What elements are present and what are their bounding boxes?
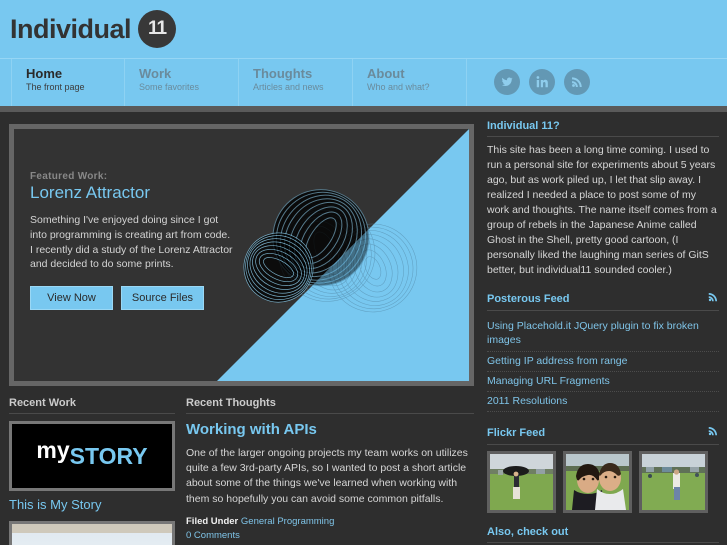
source-files-button[interactable]: Source Files (121, 286, 204, 311)
linkedin-icon[interactable] (529, 69, 555, 95)
nav-item-thoughts-subtitle: Articles and news (253, 82, 324, 93)
posterous-heading-text: Posterous Feed (487, 292, 570, 305)
list-item[interactable]: 2011 Resolutions (487, 392, 719, 413)
about-block: Individual 11? This site has been a long… (487, 120, 719, 278)
post-filed-under: Filed Under General Programming (186, 516, 474, 527)
main-navigation: Home The front page Work Some favorites … (0, 58, 727, 106)
nav-item-work[interactable]: Work Some favorites (125, 59, 239, 106)
logo-badge: 11 (138, 10, 177, 48)
nav-item-about[interactable]: About Who and what? (353, 59, 467, 106)
posterous-feed-list: Using Placehold.it JQuery plugin to fix … (487, 317, 719, 413)
social-links (494, 69, 590, 95)
lorenz-attractor-image (217, 129, 469, 381)
recent-thoughts-heading: Recent Thoughts (186, 397, 474, 414)
right-sidebar: Individual 11? This site has been a long… (487, 120, 719, 545)
post-category[interactable]: General Programming (241, 516, 334, 527)
page-body: Featured Work: Lorenz Attractor Somethin… (0, 112, 727, 545)
nav-item-thoughts-title: Thoughts (253, 66, 313, 81)
nav-item-work-subtitle: Some favorites (139, 82, 200, 93)
list-item[interactable]: Managing URL Fragments (487, 372, 719, 393)
post-item: Working with APIs One of the larger ongo… (186, 421, 474, 541)
nav-item-about-title: About (367, 66, 405, 81)
featured-description: Something I've enjoyed doing since I got… (30, 213, 233, 271)
nav-item-home-title: Home (26, 66, 63, 81)
work-item-title[interactable]: This is My Story (9, 497, 175, 512)
flickr-heading: Flickr Feed (487, 425, 719, 446)
nav-item-home[interactable]: Home The front page (11, 59, 125, 106)
my-story-logo-story: STORY (69, 442, 148, 469)
flickr-photo-2[interactable] (563, 451, 632, 514)
post-comments[interactable]: 0 Comments (186, 530, 474, 541)
list-item[interactable]: Using Placehold.it JQuery plugin to fix … (487, 317, 719, 352)
work-item-2-thumbnail (12, 524, 172, 545)
work-item-thumbnail-my-story: mySTORY (12, 424, 172, 488)
nav-item-work-title: Work (139, 66, 172, 81)
flickr-block: Flickr Feed (487, 425, 719, 514)
nav-item-about-subtitle: Who and what? (367, 82, 430, 93)
logo-text: Individual (10, 13, 132, 44)
work-item-thumbnail-frame[interactable]: mySTORY (9, 421, 175, 491)
my-story-logo-my: my (36, 436, 70, 463)
checkout-block: Also, check out eddit My man hooked me u… (487, 526, 719, 545)
featured-panel: Featured Work: Lorenz Attractor Somethin… (14, 129, 469, 381)
flickr-rss-icon[interactable] (707, 425, 719, 440)
featured-title: Lorenz Attractor (30, 183, 151, 202)
rss-icon[interactable] (564, 69, 590, 95)
site-header: Individual 11 (0, 0, 727, 58)
featured-copy: Featured Work: Lorenz Attractor Somethin… (30, 171, 235, 311)
view-now-button[interactable]: View Now (30, 286, 113, 311)
about-body: This site has been a long time coming. I… (487, 144, 717, 276)
posterous-heading: Posterous Feed (487, 291, 719, 311)
checkout-heading-text: Also, check out (487, 526, 569, 539)
featured-label: Featured Work: (30, 171, 108, 182)
checkout-heading: Also, check out (487, 526, 719, 544)
flickr-photo-1[interactable] (487, 451, 556, 514)
work-item-2-thumbnail-frame[interactable] (9, 521, 175, 545)
office-photo (12, 524, 172, 545)
flickr-photo-3[interactable] (639, 451, 708, 514)
flickr-photo-grid (487, 451, 719, 514)
nav-item-thoughts[interactable]: Thoughts Articles and news (239, 59, 353, 106)
post-filed-under-label: Filed Under (186, 515, 239, 527)
ceiling-strip (12, 524, 172, 533)
twitter-icon[interactable] (494, 69, 520, 95)
flickr-heading-text: Flickr Feed (487, 426, 546, 439)
featured-panel-frame: Featured Work: Lorenz Attractor Somethin… (9, 124, 474, 386)
recent-work-heading: Recent Work (9, 397, 175, 414)
recent-thoughts-column: Recent Thoughts Working with APIs One of… (186, 397, 474, 545)
about-heading: Individual 11? (487, 120, 719, 137)
list-item[interactable]: Getting IP address from range (487, 352, 719, 372)
posterous-block: Posterous Feed Using Placehold.it JQuery… (487, 291, 719, 413)
posterous-rss-icon[interactable] (707, 291, 719, 306)
site-logo[interactable]: Individual 11 (10, 10, 177, 48)
nav-item-home-subtitle: The front page (26, 82, 85, 93)
my-story-logo: mySTORY (12, 424, 172, 488)
recent-work-column: Recent Work mySTORY This is My Story (9, 397, 175, 545)
about-heading-text: Individual 11? (487, 120, 560, 132)
post-title[interactable]: Working with APIs (186, 421, 474, 438)
post-body: One of the larger ongoing projects my te… (186, 447, 468, 505)
featured-buttons: View Now Source Files (30, 286, 235, 311)
